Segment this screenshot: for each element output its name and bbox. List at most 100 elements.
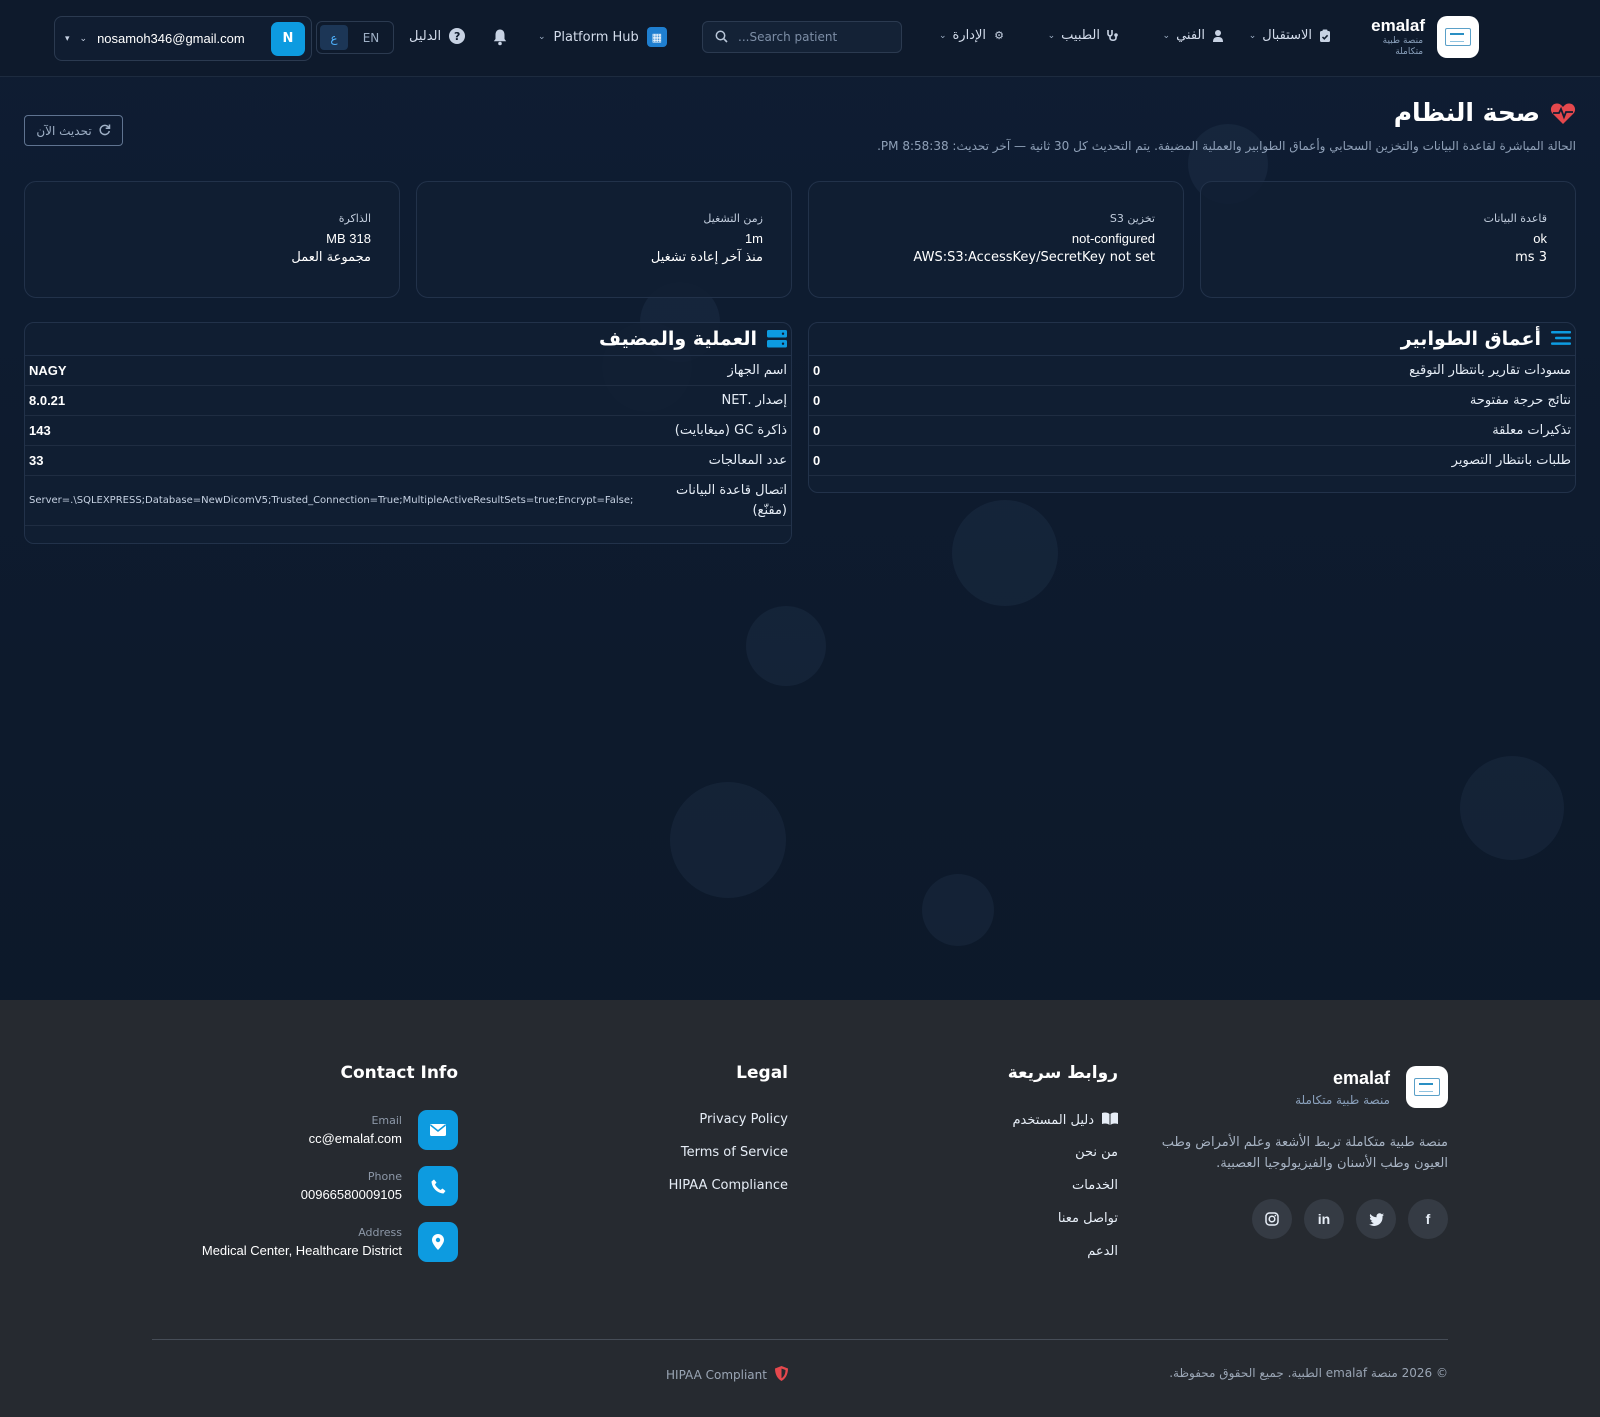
- bg-bubble: [1460, 756, 1564, 860]
- host-label: إصدار .NET: [721, 393, 787, 408]
- memory-card: الذاكرة 318 MB مجموعة العمل: [24, 181, 400, 298]
- footer-brand-name: emalaf: [1332, 1067, 1390, 1088]
- brand-logo: [1437, 16, 1479, 58]
- uptime-card: زمن التشغيل 1m منذ آخر إعادة تشغيل: [416, 181, 792, 298]
- nav-admin[interactable]: ⚙ الإدارة ⌄: [939, 28, 1006, 43]
- footer-divider: [152, 1339, 1448, 1340]
- clipboard-check-icon: [1318, 29, 1332, 43]
- host-row: ذاكرة GC (ميغابايت) 143: [25, 416, 791, 446]
- nav-technician[interactable]: الفني ⌄: [1163, 28, 1225, 43]
- shield-icon: [774, 1366, 788, 1384]
- host-label: اسم الجهاز: [727, 363, 787, 378]
- uptime-note: منذ آخر إعادة تشغيل: [650, 250, 763, 265]
- nav-technician-label: الفني: [1176, 28, 1205, 43]
- contact-email-label: Email: [371, 1114, 402, 1127]
- queue-label: نتائج حرجة مفتوحة: [1469, 393, 1571, 408]
- map-pin-icon: [418, 1222, 458, 1262]
- contact-email-value: cc@emalaf.com: [308, 1131, 402, 1146]
- footer-link-contact[interactable]: تواصل معنا: [1058, 1211, 1118, 1226]
- host-label: اتصال قاعدة البيانات (مقنّع): [676, 482, 787, 518]
- queue-depths-title: أعماق الطوابير: [1400, 328, 1541, 350]
- queue-row: طلبات بانتظار التصوير 0: [809, 446, 1575, 476]
- language-switcher: ع EN: [316, 21, 394, 54]
- patient-search[interactable]: [702, 21, 902, 53]
- avatar: N: [271, 21, 305, 56]
- contact-phone[interactable]: Phone 00966580009105: [301, 1166, 458, 1206]
- user-menu[interactable]: ▾ ⌄ nosamoh346@gmail.com N: [54, 16, 312, 61]
- heartbeat-icon: [1550, 102, 1576, 124]
- refresh-icon: [98, 123, 111, 139]
- contact-address[interactable]: Address Medical Center, Healthcare Distr…: [202, 1222, 458, 1262]
- queue-depths-panel: أعماق الطوابير مسودات تقارير بانتظار الت…: [808, 322, 1576, 493]
- footer-link-user-guide[interactable]: دليل المستخدم: [1012, 1112, 1118, 1129]
- host-row: إصدار .NET 8.0.21: [25, 386, 791, 416]
- refresh-now-button[interactable]: تحديث الآن: [24, 115, 123, 146]
- hipaa-badge-label: HIPAA Compliant: [666, 1368, 767, 1382]
- twitter-icon[interactable]: [1356, 1199, 1396, 1239]
- queue-value: 0: [813, 423, 821, 438]
- footer-link-privacy[interactable]: Privacy Policy: [699, 1112, 788, 1127]
- system-health-page: emalaf منصة طبية متكاملة الاستقبال ⌄ الف…: [0, 0, 1600, 1417]
- bell-icon[interactable]: [492, 28, 508, 46]
- footer-link-services[interactable]: الخدمات: [1072, 1178, 1118, 1193]
- footer: emalaf منصة طبية متكاملة منصة طبية متكام…: [0, 1000, 1600, 1417]
- footer-link-terms[interactable]: Terms of Service: [681, 1145, 788, 1160]
- quick-links-title: روابط سريعة: [1007, 1063, 1118, 1083]
- footer-link-about[interactable]: من نحن: [1075, 1145, 1118, 1160]
- queue-row: تذكيرات معلقة 0: [809, 416, 1575, 446]
- contact-address-value: Medical Center, Healthcare District: [201, 1243, 402, 1258]
- queue-value: 0: [813, 363, 821, 378]
- s3-label: تخزين S3: [1109, 212, 1155, 225]
- queue-value: 0: [813, 453, 821, 468]
- list-icon: [1551, 330, 1571, 348]
- facebook-icon[interactable]: f: [1408, 1199, 1448, 1239]
- search-icon: [715, 28, 728, 47]
- refresh-now-label: تحديث الآن: [36, 123, 92, 138]
- bg-bubble: [952, 500, 1058, 606]
- platform-hub-menu[interactable]: ⌄ Platform Hub ▦: [538, 27, 667, 47]
- contact-address-label: Address: [358, 1226, 402, 1239]
- page-header: صحة النظام الحالة المباشرة لقاعدة البيان…: [877, 98, 1576, 153]
- nav-doctor[interactable]: الطبيب ⌄: [1048, 28, 1120, 43]
- hospital-icon: ▦: [646, 27, 667, 47]
- database-card: قاعدة البيانات ok 3 ms: [1200, 181, 1576, 298]
- host-value: 143: [29, 423, 51, 438]
- memory-value: 318 MB: [326, 231, 371, 246]
- contact-title: Contact Info: [340, 1063, 458, 1083]
- uptime-label: زمن التشغيل: [703, 212, 763, 225]
- linkedin-icon[interactable]: in: [1304, 1199, 1344, 1239]
- chevron-down-icon: ⌄: [538, 32, 546, 42]
- bg-bubble: [746, 606, 826, 686]
- search-input[interactable]: [738, 30, 888, 44]
- memory-label: الذاكرة: [338, 212, 371, 225]
- s3-note: AWS:S3:AccessKey/SecretKey not set: [913, 250, 1155, 265]
- chevron-down-icon: ⌄: [1047, 30, 1056, 41]
- stethoscope-icon: [1106, 29, 1120, 43]
- lang-en-button[interactable]: EN: [352, 31, 390, 45]
- contact-email[interactable]: Email cc@emalaf.com: [309, 1110, 458, 1150]
- process-host-header: العملية والمضيف: [25, 323, 791, 356]
- bg-bubble: [670, 782, 786, 898]
- nav-reception[interactable]: الاستقبال ⌄: [1249, 28, 1332, 43]
- page-subtitle: الحالة المباشرة لقاعدة البيانات والتخزين…: [877, 139, 1576, 153]
- queue-label: تذكيرات معلقة: [1492, 423, 1571, 438]
- footer-logo: [1406, 1066, 1448, 1108]
- user-email: nosamoh346@gmail.com: [97, 31, 245, 46]
- lang-ar-button[interactable]: ع: [320, 25, 348, 50]
- queue-value: 0: [813, 393, 821, 408]
- footer-link-support[interactable]: الدعم: [1087, 1244, 1118, 1259]
- guide-link[interactable]: ? الدليل: [409, 28, 466, 44]
- process-host-title: العملية والمضيف: [598, 328, 757, 350]
- envelope-icon: [418, 1110, 458, 1150]
- contact-phone-label: Phone: [367, 1170, 402, 1183]
- book-open-icon: [1102, 1112, 1118, 1129]
- phone-icon: [418, 1166, 458, 1206]
- instagram-icon[interactable]: [1252, 1199, 1292, 1239]
- host-label: عدد المعالجات: [708, 453, 787, 468]
- queue-label: مسودات تقارير بانتظار التوقيع: [1409, 363, 1571, 378]
- hipaa-badge: HIPAA Compliant: [666, 1366, 788, 1384]
- footer-link-hipaa[interactable]: HIPAA Compliance: [669, 1178, 788, 1193]
- database-latency: 3 ms: [1515, 250, 1547, 265]
- caret-down-icon: ▾ ⌄: [65, 33, 88, 44]
- brand[interactable]: emalaf منصة طبية متكاملة: [1371, 16, 1479, 58]
